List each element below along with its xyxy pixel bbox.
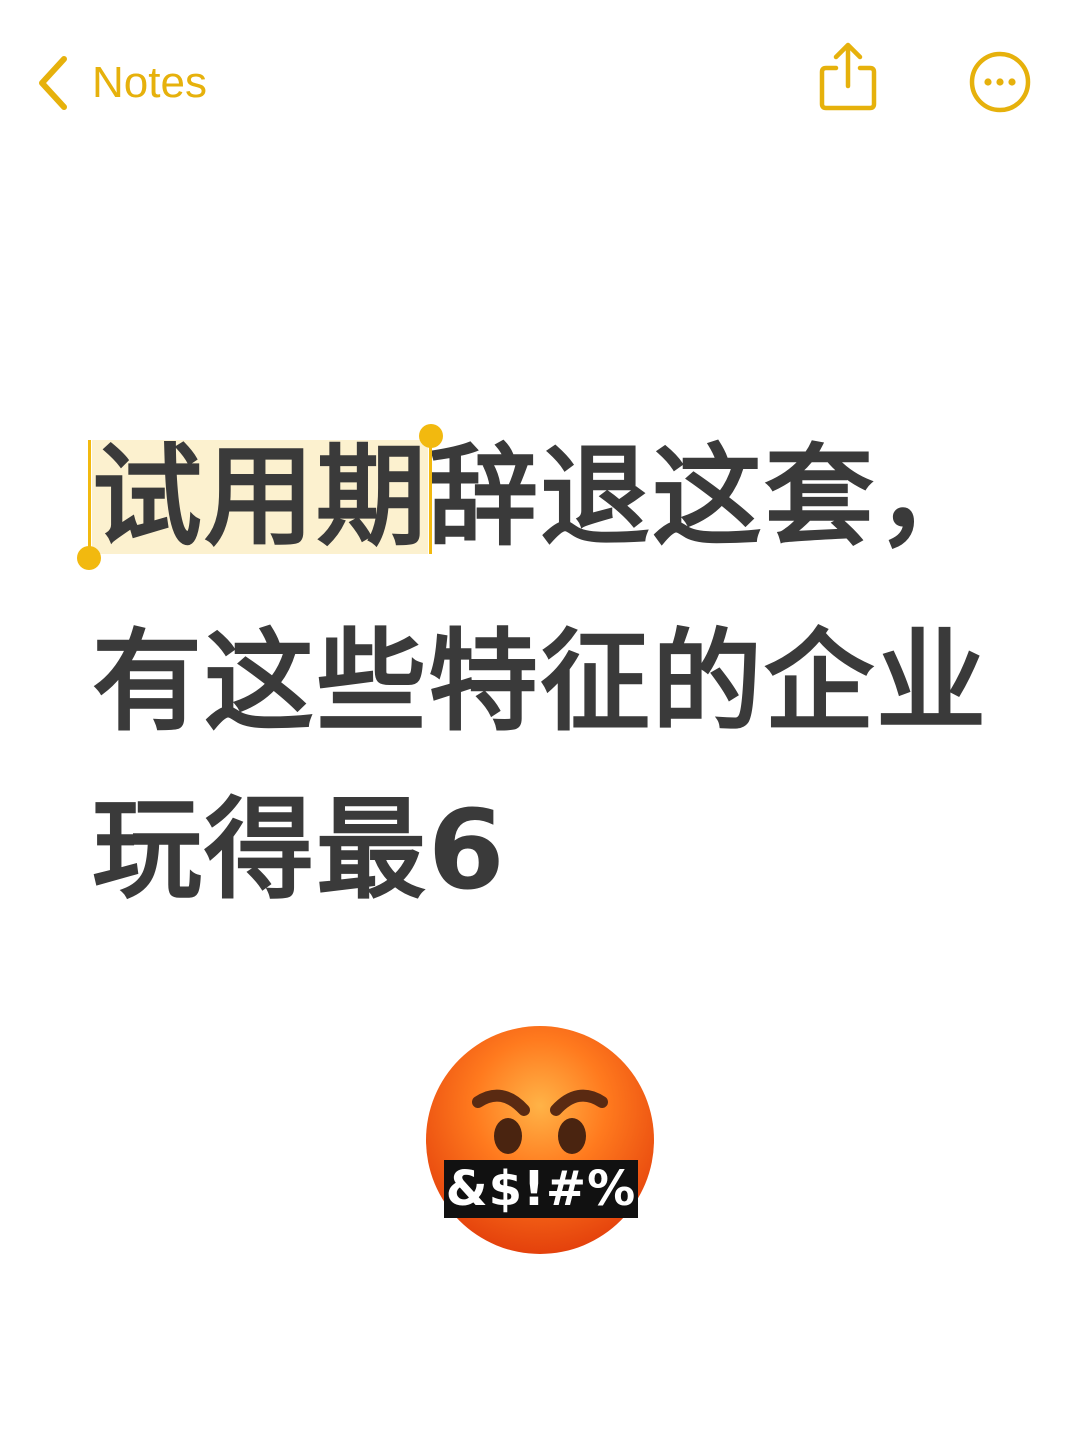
chevron-left-icon (39, 56, 67, 110)
note-line-2: 有这些特征的企业 (92, 618, 988, 746)
selected-text: 试用期 (92, 433, 428, 561)
more-options-button[interactable] (968, 50, 1032, 114)
angry-face-emoji (426, 1026, 654, 1254)
selection-end-caret (429, 440, 432, 554)
selection-start-caret (88, 440, 91, 554)
selection-end-handle[interactable] (419, 424, 443, 448)
navigation-bar: Notes (0, 0, 1080, 170)
selection-start-handle[interactable] (77, 546, 101, 570)
back-button-label: Notes (92, 58, 207, 107)
note-body[interactable]: 试用期 辞退这套， 有这些特征的企业 玩得最6 (77, 424, 1052, 934)
back-button[interactable]: Notes (36, 50, 207, 116)
ellipsis-circle-icon (969, 51, 1031, 113)
emoji-mouth-symbols: &$!#% (444, 1160, 638, 1218)
share-button[interactable] (816, 40, 880, 112)
note-line-1-rest: 辞退这套， (428, 433, 988, 561)
share-icon (819, 42, 877, 111)
text-selection[interactable]: 试用期 (77, 424, 443, 570)
note-line-1[interactable]: 试用期 辞退这套， (77, 424, 1052, 598)
note-line-3: 玩得最6 (92, 786, 507, 914)
